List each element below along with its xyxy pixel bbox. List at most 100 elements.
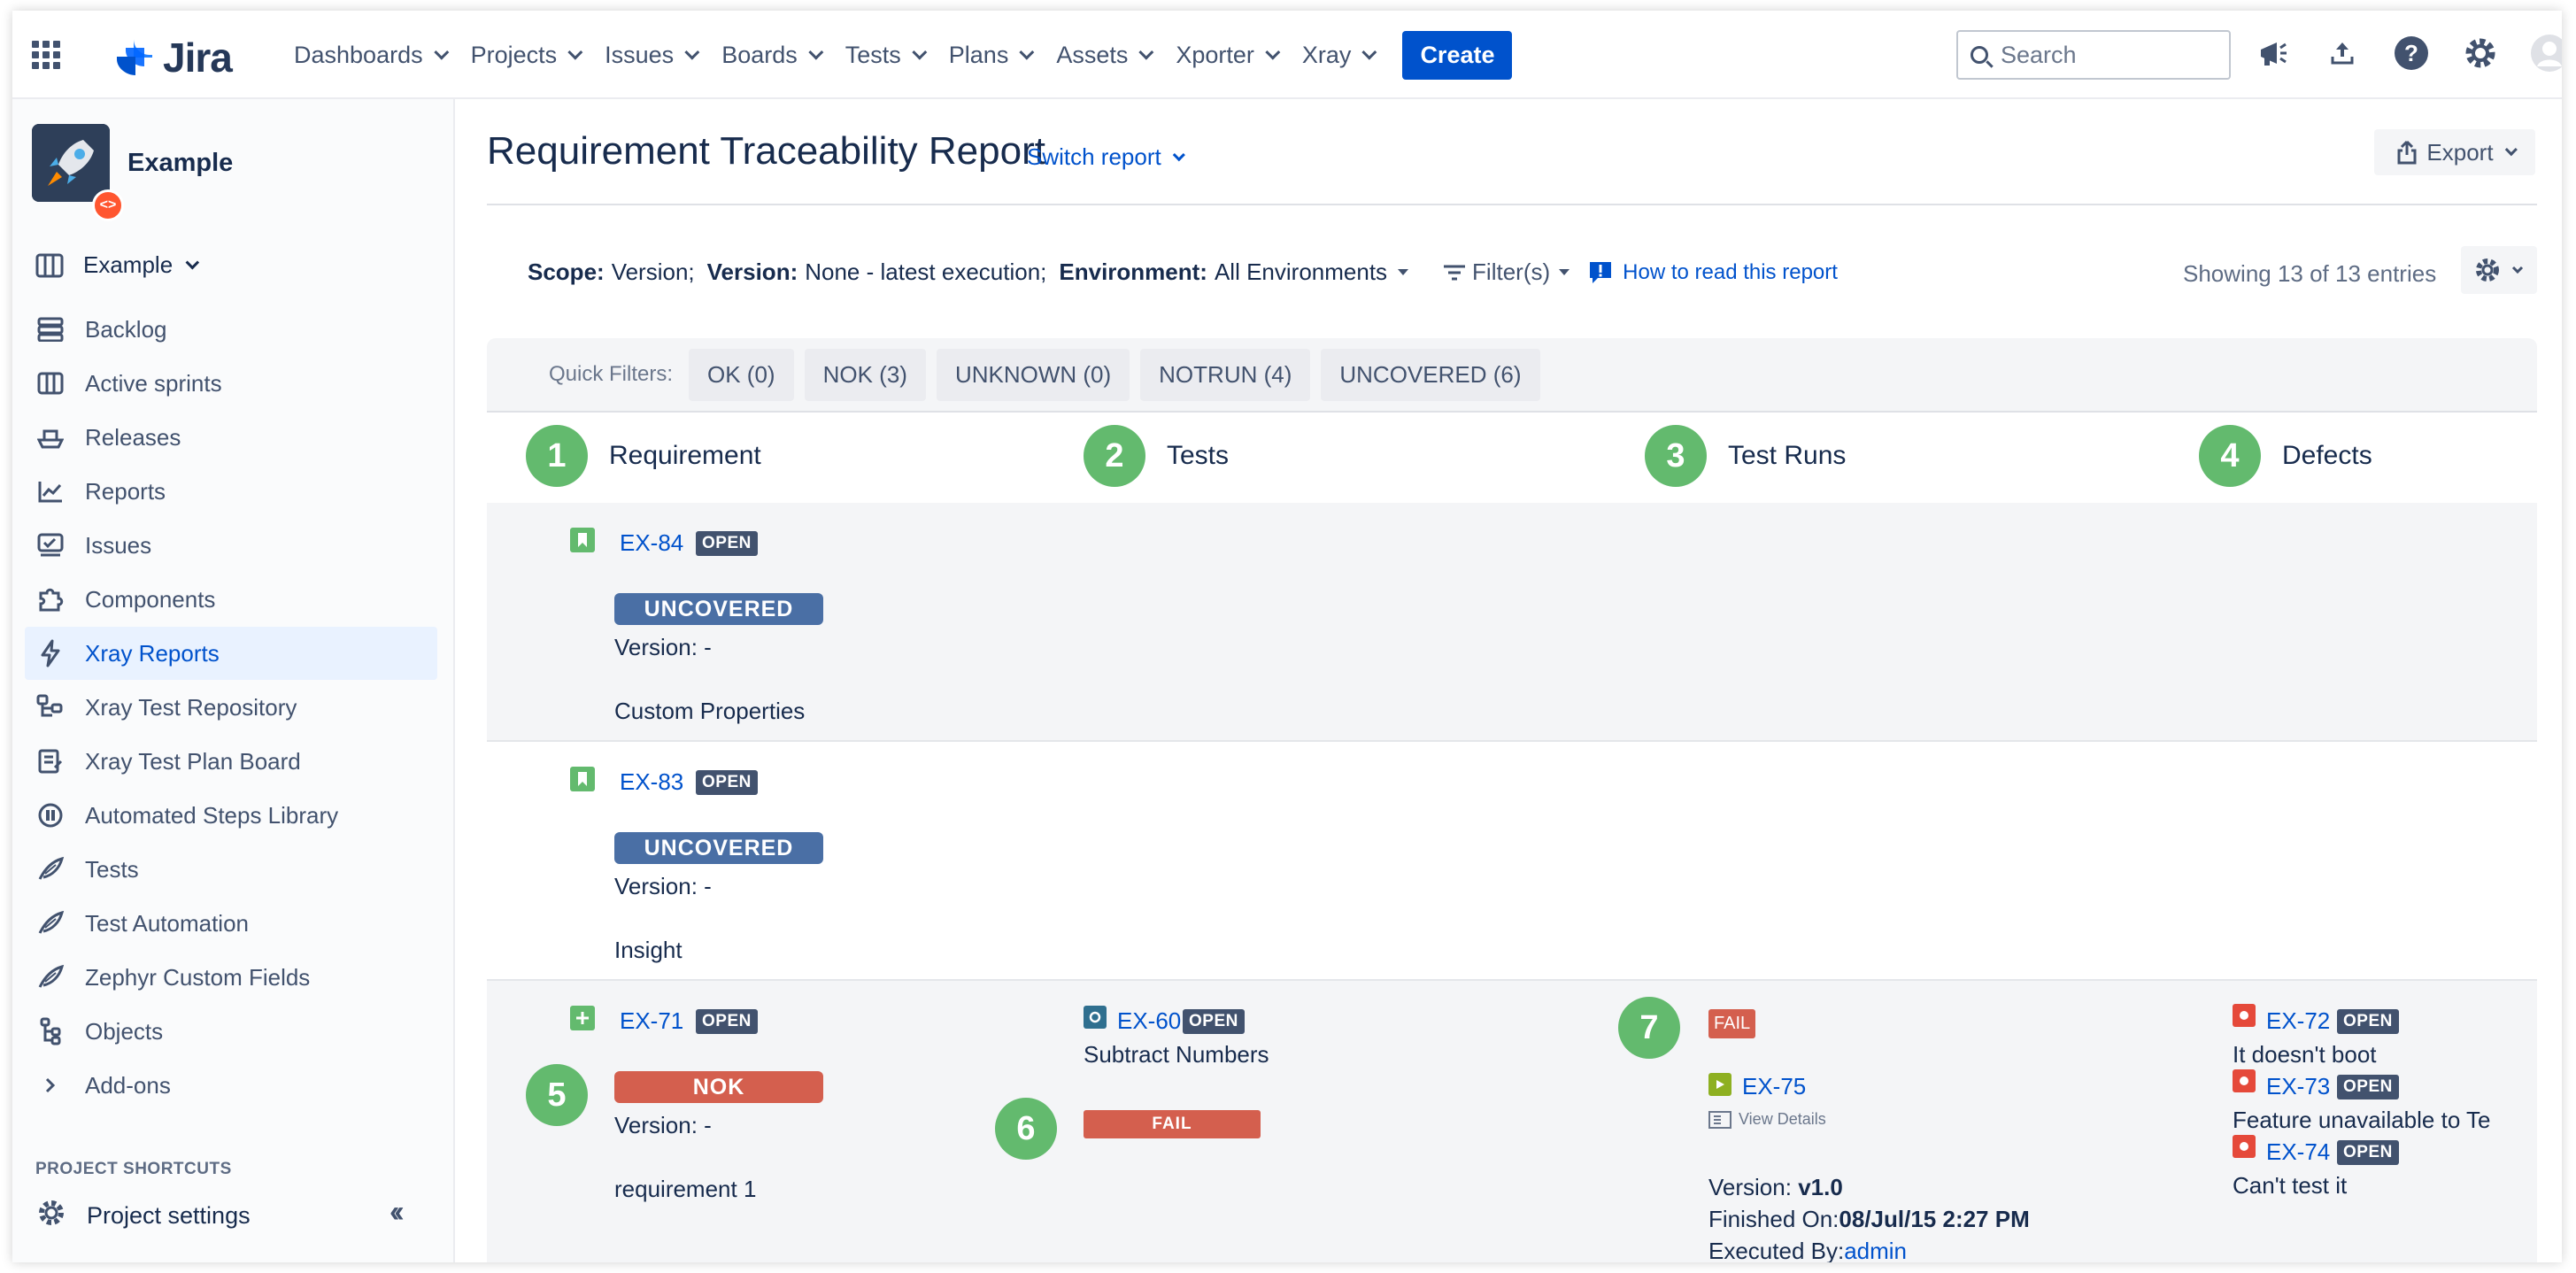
sidebar-item-label: Xray Test Plan Board [85,747,301,775]
sidebar-item-xray-test-plan-board[interactable]: Xray Test Plan Board [25,735,437,788]
search-placeholder: Search [2001,41,2077,68]
defect-key-link[interactable]: EX-73 [2266,1073,2330,1100]
upload-icon[interactable] [2321,32,2364,74]
chevron-down-icon [567,44,583,60]
run-finished-value: 08/Jul/15 2:27 PM [1839,1206,2030,1232]
run-version: Version: v1.0 [1708,1174,1843,1201]
test-key-link[interactable]: EX-60 [1117,1007,1181,1035]
menu-plans[interactable]: Plans [949,42,1035,69]
sidebar-item-label: Objects [85,1017,164,1045]
sidebar-item-reports[interactable]: Reports [25,465,437,518]
chart-icon [35,476,66,506]
board-icon [35,253,64,277]
sidebar-item-label: Reports [85,477,166,505]
menu-issues[interactable]: Issues [605,41,700,69]
sidebar-item-components[interactable]: Components [25,573,437,626]
sidebar-item-test-automation[interactable]: Test Automation [25,897,437,950]
menu-projects[interactable]: Projects [471,42,583,69]
scope-bar: Scope: Version; Version: None - latest e… [528,258,1838,286]
menu-boards[interactable]: Boards [721,42,824,69]
sidebar-item-releases[interactable]: Releases [25,411,437,464]
sidebar-item-add-ons[interactable]: Add-ons [25,1059,437,1112]
bolt-icon [35,638,66,668]
quick-filter-uncovered[interactable]: UNCOVERED (6) [1321,348,1540,401]
status-lozenge: OPEN [696,770,758,795]
megaphone-icon[interactable] [2252,32,2294,74]
requirement-key-link[interactable]: EX-84 [620,529,683,557]
switch-report-link[interactable]: Switch report [1027,143,1185,171]
sidebar-item-automated-steps-library[interactable]: Automated Steps Library [25,789,437,842]
menu-label: Xray [1301,41,1352,68]
coverage-status-bar: UNCOVERED [614,832,823,864]
chevron-down-icon [2511,266,2524,274]
sidebar-item-active-sprints[interactable]: Active sprints [25,357,437,410]
defect-key-link[interactable]: EX-74 [2266,1138,2330,1166]
view-details-label: View Details [1739,1110,1826,1128]
version-label: Version: [706,258,798,285]
quick-filter-nok[interactable]: NOK (3) [804,348,926,401]
column-label: Tests [1167,441,1230,470]
sidebar-item-xray-reports[interactable]: Xray Reports [25,627,437,680]
sidebar-nav: Backlog Active sprints Releases Reports … [25,303,450,1113]
sidebar-item-zephyr-custom-fields[interactable]: Zephyr Custom Fields [25,951,437,1004]
sidebar-item-xray-test-repository[interactable]: Xray Test Repository [25,681,437,734]
project-settings-link[interactable]: Project settings [35,1197,251,1235]
issues-icon [35,530,66,560]
board-selector[interactable]: Example [35,251,200,279]
requirement-key-link[interactable]: EX-83 [620,768,683,796]
callout-badge: 7 [1618,997,1680,1059]
collapse-sidebar-icon[interactable]: ‹‹ [389,1195,404,1230]
ship-icon [35,422,66,452]
share-icon [2397,140,2417,165]
sidebar-item-objects[interactable]: Objects [25,1005,437,1058]
caret-down-icon[interactable] [1398,269,1409,275]
how-to-read-link[interactable]: How to read this report [1587,259,1838,286]
search-input[interactable]: Search [1956,30,2231,80]
status-lozenge: OPEN [2337,1140,2399,1165]
menu-assets[interactable]: Assets [1056,42,1154,69]
settings-gear-icon[interactable] [2459,32,2502,74]
view-details-link[interactable]: View Details [1708,1110,1826,1129]
callout-badge: 6 [995,1098,1057,1160]
report-settings-button[interactable] [2461,246,2537,294]
sidebar-item-label: Issues [85,531,152,559]
quick-filter-unknown[interactable]: UNKNOWN (0) [936,348,1130,401]
executor-link[interactable]: admin [1844,1238,1907,1262]
quick-filter-ok[interactable]: OK (0) [689,348,794,401]
jira-logo[interactable]: Jira [113,34,233,81]
sidebar-item-label: Tests [85,855,139,883]
feather-icon [35,908,66,938]
new-feature-icon [570,1006,595,1030]
user-avatar-icon[interactable] [2528,32,2562,74]
callout-badge: 5 [526,1064,588,1126]
app-switcher-icon[interactable] [32,41,60,69]
menu-tests[interactable]: Tests [845,42,928,69]
entries-count: Showing 13 of 13 entries [2183,260,2437,287]
browser-window: Jira Dashboards Projects Issues Boards T… [12,11,2562,1262]
menu-label: Xporter [1176,41,1254,68]
environment-selector[interactable]: All Environments [1215,258,1387,286]
requirement-key-link[interactable]: EX-71 [620,1007,683,1035]
sidebar-item-issues[interactable]: Issues [25,519,437,572]
quick-filter-notrun[interactable]: NOTRUN (4) [1140,348,1311,401]
menu-dashboards[interactable]: Dashboards [294,42,449,69]
table-row: EX-71 OPEN 5 NOK Version: - requirement … [487,981,2537,1262]
rocket-icon [32,124,110,202]
sidebar-item-backlog[interactable]: Backlog [25,303,437,356]
create-button[interactable]: Create [1402,30,1513,80]
project-avatar[interactable]: <> [32,124,124,221]
sidebar-item-tests[interactable]: Tests [25,843,437,896]
menu-xray[interactable]: Xray [1301,41,1377,69]
help-icon[interactable]: ? [2390,32,2433,74]
defect-key-link[interactable]: EX-72 [2266,1007,2330,1035]
environment-label: Environment: [1059,258,1207,285]
export-button[interactable]: Export [2374,129,2535,175]
search-icon [1971,46,1988,64]
test-run-key-link[interactable]: EX-75 [1742,1073,1806,1100]
info-feedback-icon [1590,261,1612,283]
status-lozenge: OPEN [2337,1075,2399,1099]
menu-xporter[interactable]: Xporter [1176,41,1281,69]
menu-label: Issues [605,41,675,68]
filters-dropdown[interactable]: Filter(s) [1442,258,1570,286]
project-sidebar: <> Example Example Backlog Active sprint… [12,99,455,1262]
